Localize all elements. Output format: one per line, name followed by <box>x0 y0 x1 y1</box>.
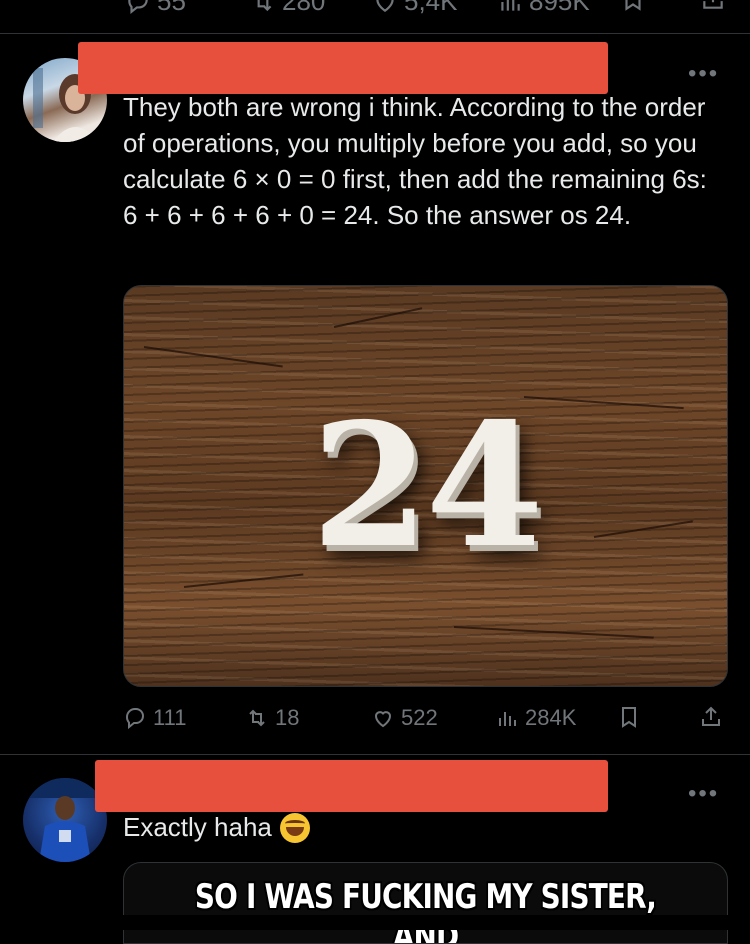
reply-text: Exactly haha <box>123 812 272 842</box>
reply-count: 111 <box>153 705 187 730</box>
like-button[interactable]: 522 <box>371 705 438 731</box>
redacted-author-name <box>95 760 608 812</box>
more-options-button[interactable]: ••• <box>688 60 719 88</box>
views-button[interactable]: 284K <box>495 705 576 731</box>
rolling-on-floor-laughing-emoji-icon <box>279 812 310 843</box>
more-icon: ••• <box>688 60 720 87</box>
reply-icon <box>126 708 144 730</box>
views-icon <box>501 0 520 11</box>
reply-count: 55 <box>157 0 186 16</box>
reply-media[interactable]: SO I WAS FUCKING MY SISTER, AND <box>123 862 728 944</box>
media-caption: SO I WAS FUCKING MY SISTER, AND <box>194 877 657 944</box>
image-number: 24 <box>311 386 544 586</box>
heart-icon <box>376 0 394 12</box>
heart-icon <box>374 711 392 728</box>
views-count: 284K <box>525 705 577 730</box>
tweet-text: They both are wrong i think. According t… <box>123 92 707 230</box>
share-icon <box>702 706 720 726</box>
retweet-button[interactable]: 18 <box>245 705 299 731</box>
bookmark-icon <box>625 0 641 11</box>
views-icon <box>499 712 516 726</box>
reply-button[interactable]: 55 <box>125 0 186 17</box>
share-button[interactable] <box>700 0 726 12</box>
reply-button[interactable]: 111 <box>123 705 186 731</box>
bookmark-button[interactable] <box>620 0 646 12</box>
tweet-image[interactable]: 24 <box>123 285 728 687</box>
like-count: 5,4K <box>404 0 458 16</box>
retweet-icon <box>257 0 272 11</box>
divider <box>0 754 750 755</box>
share-button[interactable] <box>699 705 723 729</box>
like-count: 522 <box>401 705 438 730</box>
more-options-button[interactable]: ••• <box>688 780 719 808</box>
retweet-count: 18 <box>275 705 300 730</box>
share-icon <box>703 0 723 9</box>
retweet-count: 280 <box>282 0 326 16</box>
retweet-button[interactable]: 280 <box>250 0 325 17</box>
tweet-actions: 111 18 522 284K <box>123 705 733 735</box>
bookmark-button[interactable] <box>617 705 641 729</box>
reply-text-row: Exactly haha <box>123 812 310 843</box>
reply-icon <box>128 0 148 14</box>
redacted-author-name <box>78 42 608 94</box>
views-count: 895K <box>529 0 590 16</box>
page-bottom <box>0 915 750 930</box>
previous-tweet-actions: 55 280 5,4K 895K <box>0 0 750 32</box>
bookmark-icon <box>622 707 636 728</box>
divider <box>0 33 750 34</box>
retweet-icon <box>249 709 265 727</box>
like-button[interactable]: 5,4K <box>372 0 458 17</box>
views-button[interactable]: 895K <box>497 0 590 17</box>
more-icon: ••• <box>688 780 720 807</box>
